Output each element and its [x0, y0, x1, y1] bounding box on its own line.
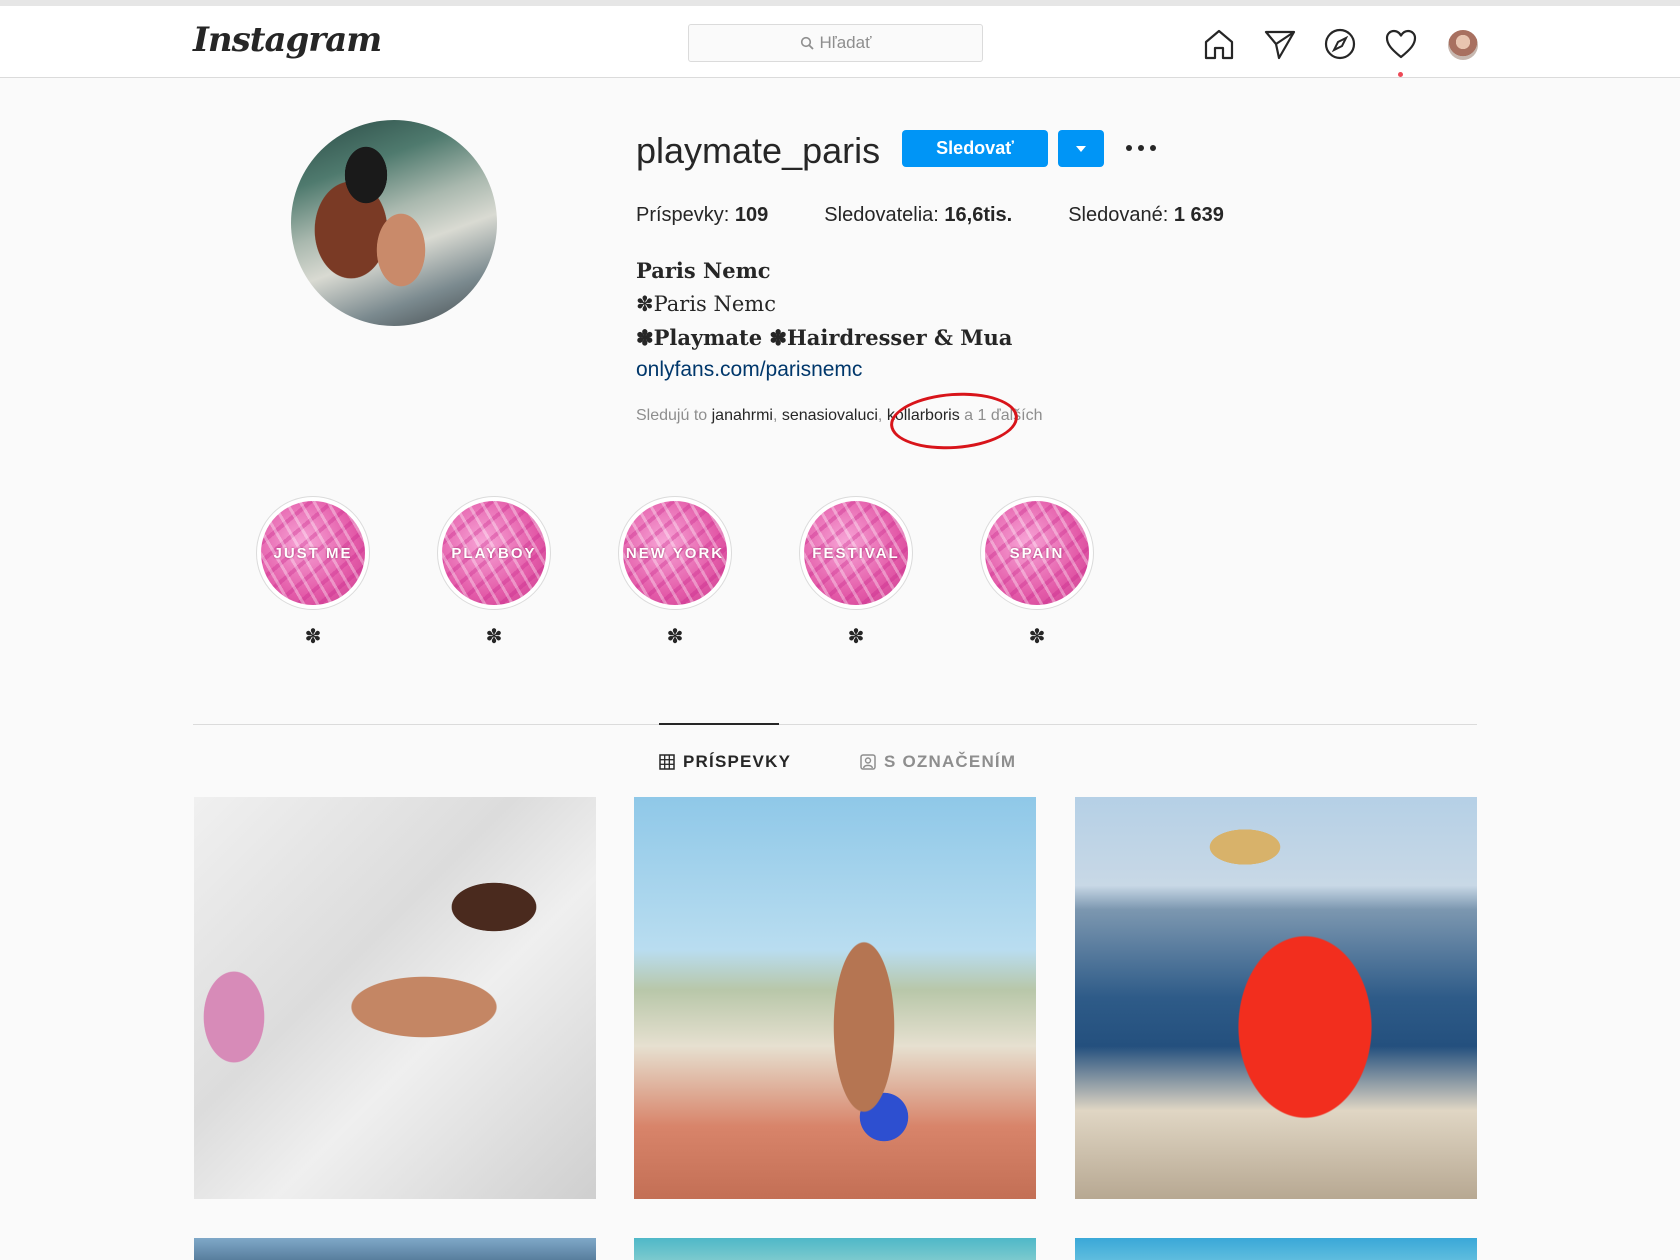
highlight-cover: JUST ME — [261, 501, 365, 605]
highlight-label: ✽ — [1028, 626, 1046, 648]
ellipsis-icon — [1126, 145, 1156, 151]
story-highlight[interactable]: FESTIVAL ✽ — [799, 496, 913, 649]
posts-count: Príspevky: 109 — [636, 204, 769, 226]
tab-posts[interactable]: PRÍSPEVKY — [659, 752, 791, 772]
bio-full-name: Paris Nemc — [636, 258, 771, 283]
story-highlight[interactable]: PLAYBOY ✽ — [437, 496, 551, 649]
followed-by-user[interactable]: senasiovaluci — [782, 407, 878, 424]
post-thumbnail[interactable] — [194, 797, 596, 1199]
post-thumbnail[interactable] — [634, 1238, 1036, 1260]
search-placeholder: Hľadať — [819, 33, 872, 52]
tab-tagged-label: S OZNAČENÍM — [884, 752, 1017, 771]
nav-profile-avatar[interactable] — [1448, 30, 1478, 60]
search-icon — [800, 36, 814, 50]
notification-dot — [1398, 72, 1403, 77]
profile-picture[interactable] — [291, 120, 497, 326]
bio-line: ✽Playmate ✽Hairdresser & Mua — [636, 325, 1013, 350]
profile-username: playmate_paris — [636, 130, 881, 171]
activity-heart-icon[interactable] — [1383, 26, 1419, 62]
post-thumbnail[interactable] — [194, 1238, 596, 1260]
story-highlight[interactable]: JUST ME ✽ — [256, 496, 370, 649]
highlight-label: ✽ — [304, 626, 322, 648]
highlight-label: ✽ — [485, 626, 503, 648]
top-navigation-bar: Instagram Hľadať — [0, 6, 1680, 78]
bio-line: ✽Paris Nemc — [636, 292, 776, 316]
post-thumbnail[interactable] — [1075, 1238, 1477, 1260]
grid-icon — [659, 754, 675, 770]
tab-tagged[interactable]: S OZNAČENÍM — [860, 752, 1016, 772]
bio-website-link[interactable]: onlyfans.com/parisnemc — [636, 358, 862, 382]
active-tab-indicator — [659, 723, 779, 725]
home-icon[interactable] — [1201, 26, 1237, 62]
following-count[interactable]: Sledované: 1 639 — [1068, 204, 1224, 227]
story-highlight[interactable]: SPAIN ✽ — [980, 496, 1094, 649]
profile-stats: Príspevky: 109 Sledovatelia: 16,6tis. Sl… — [636, 204, 1280, 227]
annotation-red-circle — [888, 388, 1020, 454]
more-options-button[interactable] — [1124, 132, 1158, 164]
highlight-label: ✽ — [666, 626, 684, 648]
explore-compass-icon[interactable] — [1322, 26, 1358, 62]
caret-down-icon — [1076, 145, 1086, 152]
follow-button[interactable]: Sledovať — [902, 130, 1048, 167]
tabs-divider — [193, 724, 1477, 725]
post-thumbnail[interactable] — [1075, 797, 1477, 1199]
highlight-cover: PLAYBOY — [442, 501, 546, 605]
post-thumbnail[interactable] — [634, 797, 1036, 1199]
instagram-logo[interactable]: Instagram — [193, 20, 382, 60]
highlight-cover: FESTIVAL — [804, 501, 908, 605]
story-highlight[interactable]: NEW YORK ✽ — [618, 496, 732, 649]
search-input[interactable]: Hľadať — [688, 24, 983, 62]
followers-count[interactable]: Sledovatelia: 16,6tis. — [824, 204, 1012, 227]
direct-message-icon[interactable] — [1262, 26, 1298, 62]
highlight-cover: NEW YORK — [623, 501, 727, 605]
tagged-person-icon — [860, 754, 876, 770]
highlight-cover: SPAIN — [985, 501, 1089, 605]
suggestions-dropdown-button[interactable] — [1058, 130, 1104, 167]
highlight-label: ✽ — [847, 626, 865, 648]
followed-by-user[interactable]: janahrmi — [712, 407, 773, 424]
tab-posts-label: PRÍSPEVKY — [683, 752, 792, 771]
